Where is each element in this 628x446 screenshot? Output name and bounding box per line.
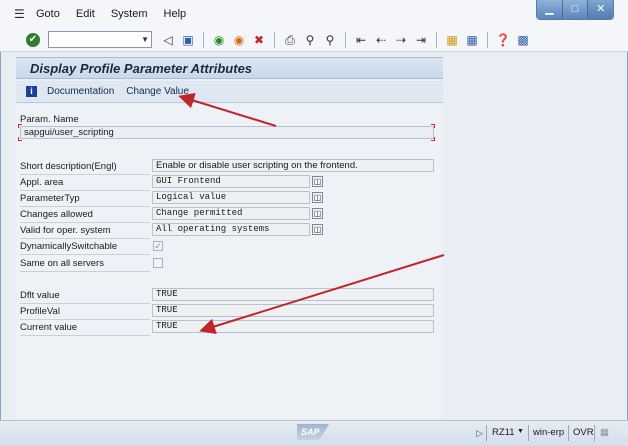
default-value-label: Dflt value [20,290,60,301]
profile-value-field: TRUE [152,304,434,317]
toolbar-separator [436,31,437,48]
changes-allowed-label: Changes allowed [20,209,93,220]
resize-grip-icon[interactable]: ▦ [600,427,609,438]
dynamically-switchable-checkbox: ✓ [153,241,163,251]
cancel-icon[interactable]: ✖ [251,32,267,48]
menu-system[interactable]: System [111,8,148,20]
current-value-field: TRUE [152,320,434,333]
focus-corner [431,124,435,128]
row-divider [20,238,150,239]
row-divider [20,190,150,191]
appl-area-field: GUI Frontend [152,175,310,188]
row-divider [20,254,150,255]
focus-corner [18,124,22,128]
system-name: win-erp [533,427,565,438]
profile-value-label: ProfileVal [20,306,60,317]
minimize-button[interactable]: ▁ [537,0,562,19]
row-divider [20,303,150,304]
status-bar: SAP ▷ RZ11 ▼ win-erp OVR ▦ [0,420,628,446]
toolbar-separator [203,31,204,48]
close-button[interactable]: ✕ [587,0,613,19]
save-icon[interactable]: ▣ [180,32,196,48]
menu-help[interactable]: Help [164,8,187,20]
status-separator [568,425,569,441]
command-field[interactable]: ▼ [48,31,152,48]
row-divider [20,206,150,207]
exit-icon[interactable]: ◉ [231,32,247,48]
row-divider [20,222,150,223]
layout-icon[interactable]: ▩ [515,32,531,48]
sap-logo: SAP [297,424,329,440]
info-icon[interactable]: i [26,86,37,97]
row-divider [20,335,150,336]
value-help-icon[interactable]: ◫ [312,208,323,219]
same-on-all-servers-label: Same on all servers [20,258,104,269]
page-title: Display Profile Parameter Attributes [30,61,253,76]
window-controls: ▁ □ ✕ [536,0,614,20]
toolbar-separator [487,31,488,48]
prev-page-icon[interactable]: ⇠ [373,32,389,48]
valid-os-field: All operating systems [152,223,310,236]
focus-corner [18,137,22,141]
row-divider [20,174,150,175]
transaction-code[interactable]: RZ11 [492,427,515,438]
param-name-field[interactable]: sapgui/user_scripting [20,126,434,139]
changes-allowed-field: Change permitted [152,207,310,220]
value-help-icon[interactable]: ◫ [312,192,323,203]
new-session-icon[interactable]: ▦ [444,32,460,48]
short-description-label: Short description(Engl) [20,161,117,172]
status-separator [594,425,595,441]
dropdown-icon[interactable]: ▼ [141,35,149,44]
same-on-all-servers-checkbox [153,258,163,268]
row-divider [20,319,150,320]
application-toolbar: i Documentation Change Value [16,81,443,103]
transaction-dropdown-icon[interactable]: ▼ [517,428,524,435]
change-value-button[interactable]: Change Value [126,86,189,97]
first-page-icon[interactable]: ⇤ [353,32,369,48]
parameter-type-label: ParameterTyp [20,193,80,204]
print-icon[interactable]: ⎙ [282,32,298,48]
back-nav-icon[interactable]: ◉ [211,32,227,48]
toolbar-separator [345,31,346,48]
standard-toolbar: ✔ ▼ ◁ ▣ ◉ ◉ ✖ ⎙ ⚲ ⚲ ⇤ ⇠ ⇢ ⇥ ▦ ▦ ❓ ▩ [0,28,628,52]
documentation-button[interactable]: Documentation [47,86,114,97]
appl-area-label: Appl. area [20,177,64,188]
status-separator [486,425,487,441]
param-name-label: Param. Name [20,114,79,125]
parameter-type-field: Logical value [152,191,310,204]
menu-edit[interactable]: Edit [76,8,95,20]
current-value-label: Current value [20,322,78,333]
value-help-icon[interactable]: ◫ [312,224,323,235]
menu-bar: ☰ Goto Edit System Help [0,0,628,28]
find-icon[interactable]: ⚲ [302,32,318,48]
menu-goto[interactable]: Goto [36,8,60,20]
back-icon[interactable]: ◁ [160,32,176,48]
form-area: Param. Name sapgui/user_scripting Short … [16,104,443,418]
screen-title-bar: Display Profile Parameter Attributes [16,57,443,79]
short-description-field: Enable or disable user scripting on the … [152,159,434,172]
status-separator [528,425,529,441]
next-page-icon[interactable]: ⇢ [393,32,409,48]
help-icon[interactable]: ❓ [495,32,511,48]
maximize-button[interactable]: □ [561,0,588,19]
default-value-field: TRUE [152,288,434,301]
enter-check-icon[interactable]: ✔ [26,32,40,47]
insert-mode[interactable]: OVR [573,427,594,438]
row-divider [20,271,150,272]
last-page-icon[interactable]: ⇥ [413,32,429,48]
valid-os-label: Valid for oper. system [20,225,111,236]
value-help-icon[interactable]: ◫ [312,176,323,187]
menu-list-icon[interactable]: ☰ [14,8,28,20]
toolbar-separator [274,31,275,48]
focus-corner [431,137,435,141]
play-icon[interactable]: ▷ [476,428,483,439]
find-next-icon[interactable]: ⚲ [322,32,338,48]
dynamically-switchable-label: DynamicallySwitchable [20,241,118,252]
shortcut-icon[interactable]: ▦ [464,32,480,48]
